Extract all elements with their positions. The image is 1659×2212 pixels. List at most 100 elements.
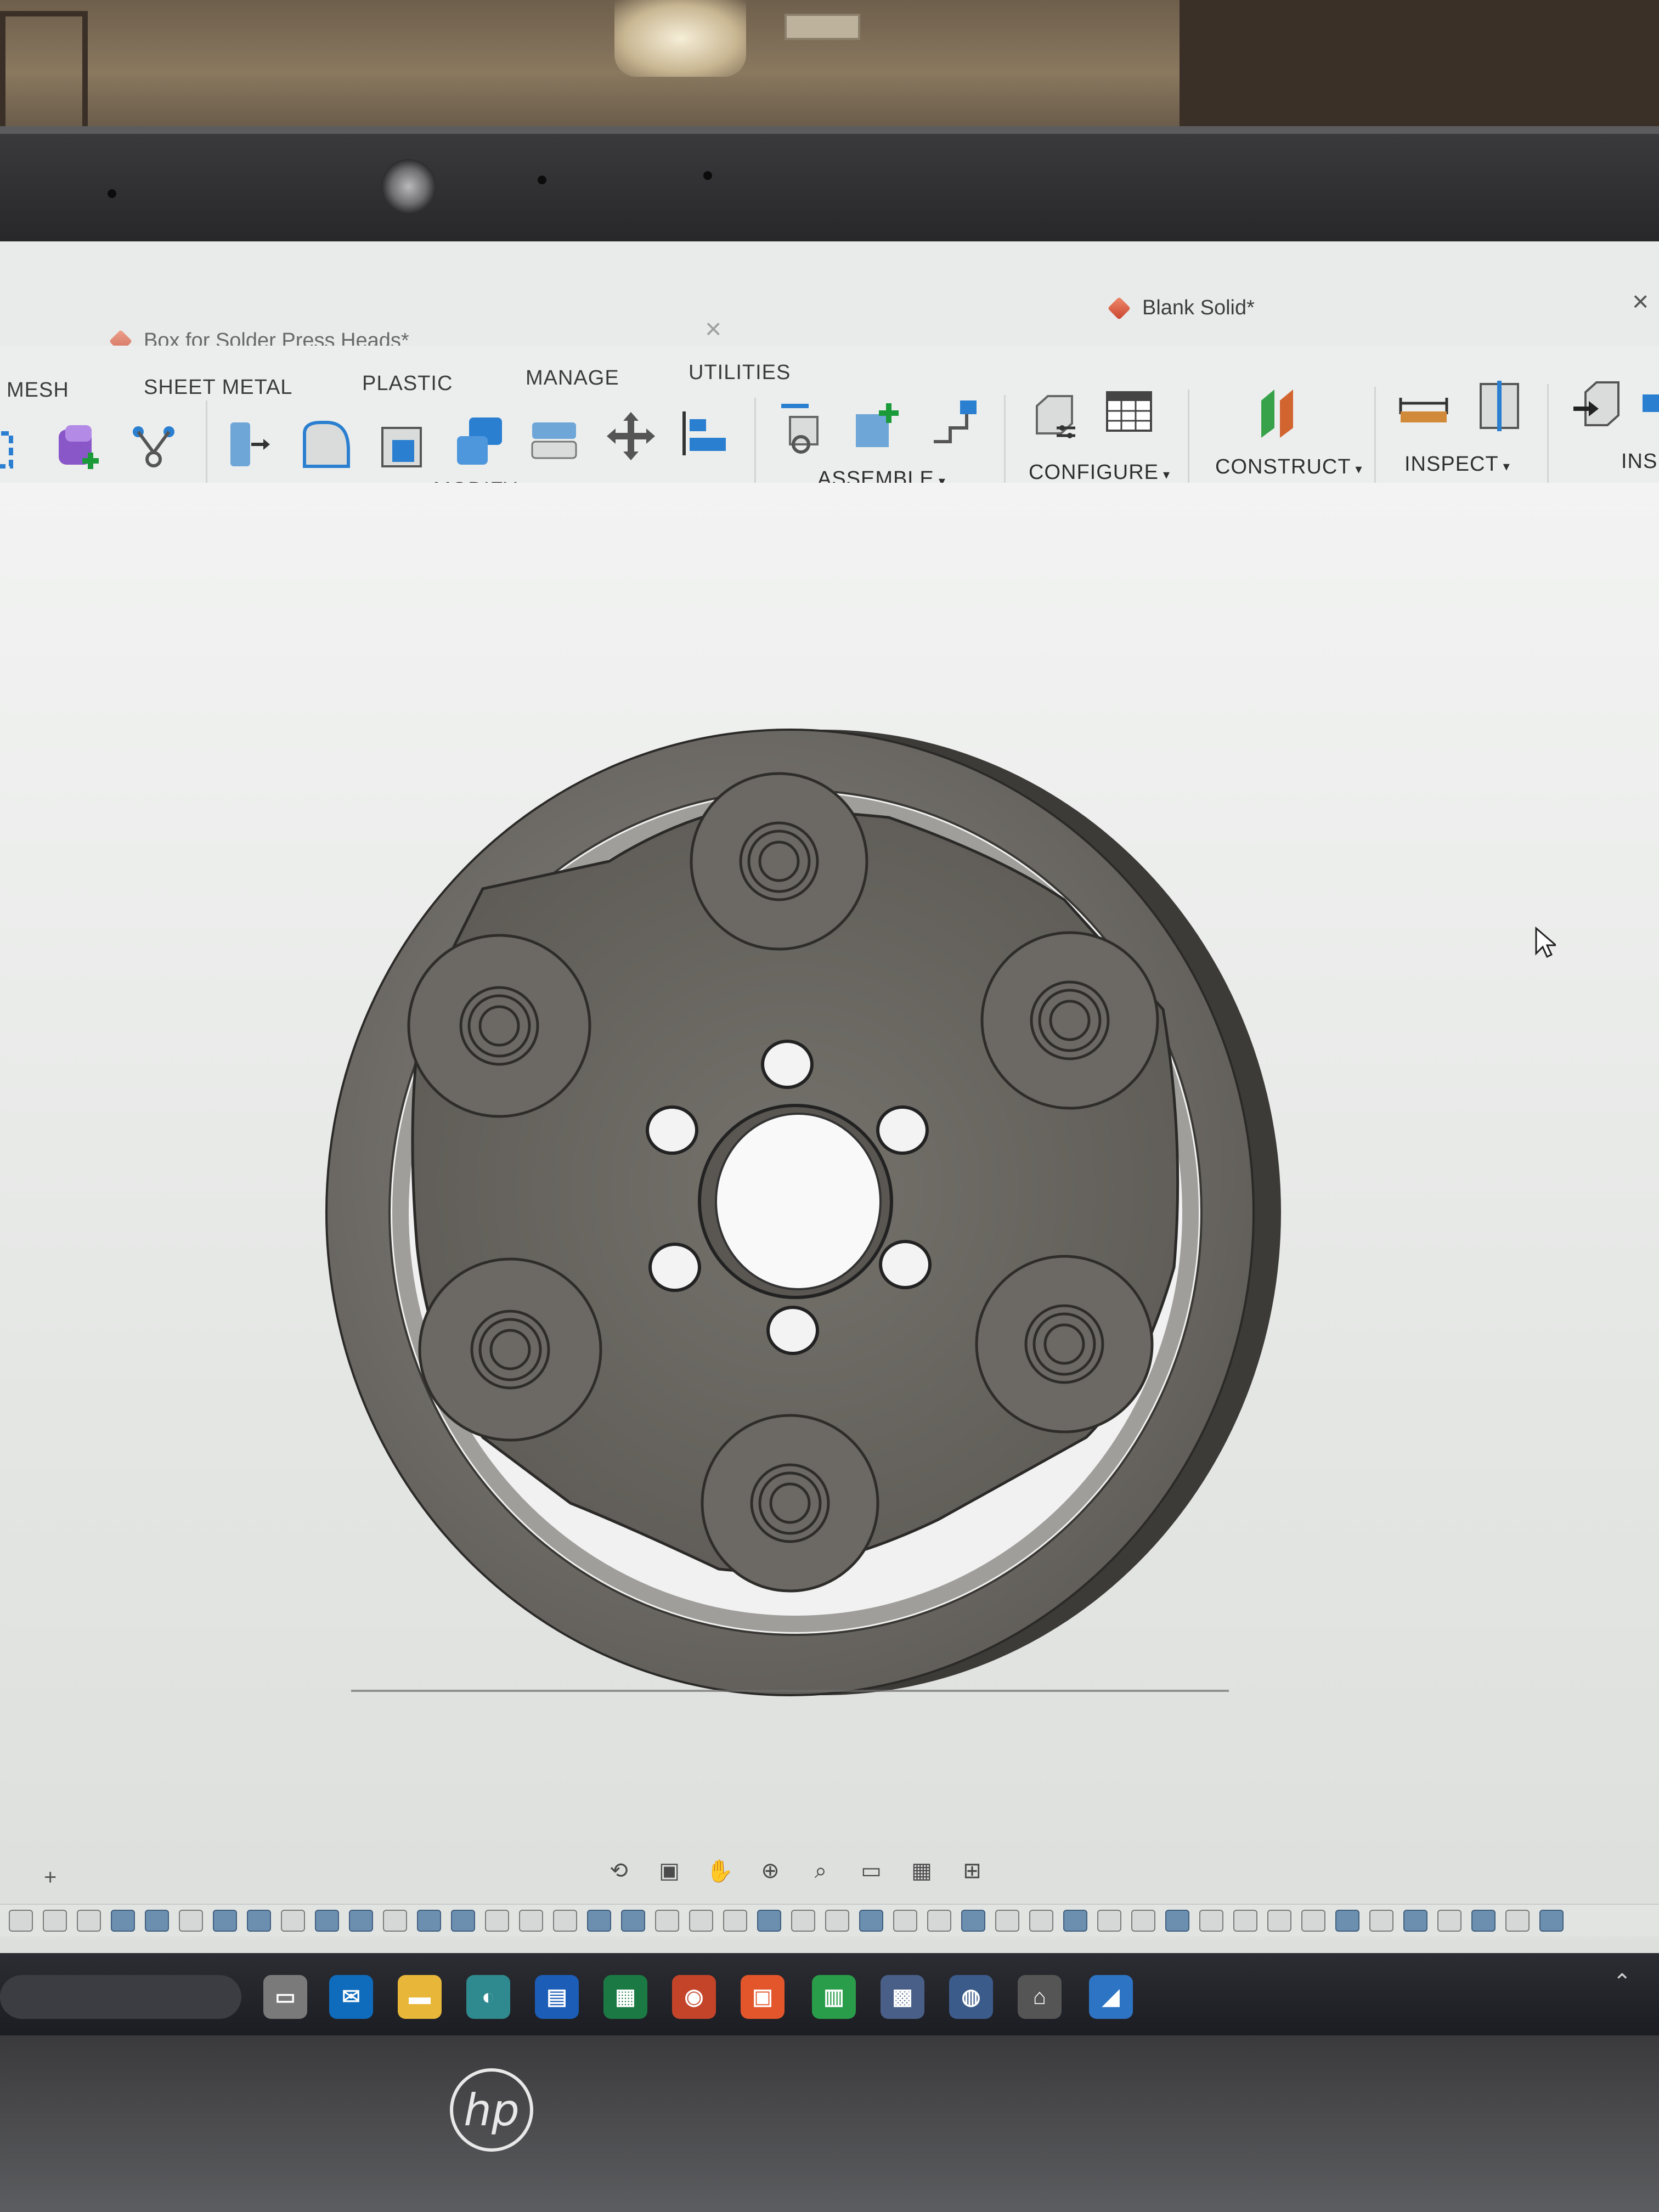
viewports-icon[interactable]: ⊞	[957, 1855, 988, 1886]
shell-icon[interactable]	[376, 417, 431, 472]
tab-utilities[interactable]: UTILITIES	[689, 361, 791, 385]
app-up-icon[interactable]: ⌂	[1018, 1975, 1062, 2019]
timeline-feature[interactable]	[791, 1910, 815, 1932]
excel-icon[interactable]: ▦	[603, 1975, 647, 2019]
file-explorer-icon[interactable]: ▬	[398, 1975, 442, 2019]
fusion-icon[interactable]: ▣	[741, 1975, 785, 2019]
edit-form-icon[interactable]	[126, 420, 181, 475]
configuration-table-icon[interactable]	[1103, 387, 1158, 442]
display-settings-icon[interactable]: ▭	[856, 1855, 887, 1886]
timeline-feature[interactable]	[1165, 1910, 1189, 1932]
orbit-icon[interactable]: ⟲	[603, 1855, 634, 1886]
look-at-icon[interactable]: ▣	[654, 1855, 685, 1886]
edge-icon[interactable]: ◐	[466, 1975, 510, 2019]
measure-icon[interactable]	[1396, 381, 1451, 436]
calculator-icon[interactable]: ▩	[881, 1975, 924, 2019]
timeline-feature[interactable]	[995, 1910, 1019, 1932]
timeline-feature[interactable]	[247, 1910, 271, 1932]
timeline-feature[interactable]	[1029, 1910, 1053, 1932]
app-blue-icon[interactable]: ◢	[1089, 1975, 1133, 2019]
timeline-feature[interactable]	[1505, 1910, 1530, 1932]
insert-mesh-icon[interactable]	[1640, 376, 1659, 431]
pan-icon[interactable]: ✋	[704, 1855, 735, 1886]
timeline-feature[interactable]	[1471, 1910, 1496, 1932]
timeline-feature[interactable]	[1131, 1910, 1155, 1932]
tab-plastic[interactable]: PLASTIC	[362, 372, 453, 396]
timeline-feature[interactable]	[1335, 1910, 1359, 1932]
chevron-up-icon[interactable]: ⌃	[1613, 1970, 1632, 1995]
tab-sheet-metal[interactable]: SHEET METAL	[144, 376, 292, 399]
timeline-feature[interactable]	[383, 1910, 407, 1932]
timeline-feature[interactable]	[77, 1910, 101, 1932]
timeline-feature[interactable]	[1199, 1910, 1223, 1932]
timeline-feature[interactable]	[1301, 1910, 1325, 1932]
sketch-tool-icon[interactable]	[0, 422, 38, 477]
timeline-feature[interactable]	[1369, 1910, 1393, 1932]
3d-model-wheel[interactable]	[285, 724, 1306, 1701]
timeline-feature[interactable]	[689, 1910, 713, 1932]
combine-icon[interactable]	[453, 414, 507, 469]
task-view-icon[interactable]: ▭	[263, 1975, 307, 2019]
inspect-dropdown[interactable]: INSPECT ▾	[1404, 453, 1510, 476]
insert-dropdown[interactable]: INS	[1621, 450, 1657, 473]
joint-icon[interactable]	[850, 398, 905, 453]
construct-dropdown[interactable]: CONSTRUCT ▾	[1215, 455, 1363, 479]
press-pull-icon[interactable]	[219, 417, 274, 472]
close-tab-icon[interactable]: ×	[1632, 285, 1649, 318]
timeline-feature[interactable]	[961, 1910, 985, 1932]
timeline-feature[interactable]	[757, 1910, 781, 1932]
timeline-feature[interactable]	[315, 1910, 339, 1932]
new-component-icon[interactable]	[774, 400, 828, 455]
move-copy-icon[interactable]	[603, 409, 658, 464]
zoom-window-icon[interactable]: ⌕	[805, 1855, 836, 1886]
tab-mesh[interactable]: MESH	[7, 379, 69, 402]
timeline-feature[interactable]	[145, 1910, 169, 1932]
taskbar-search-field[interactable]	[0, 1975, 241, 2019]
timeline-feature[interactable]	[111, 1910, 135, 1932]
timeline-feature[interactable]	[1539, 1910, 1564, 1932]
close-tab-icon[interactable]: ×	[705, 313, 721, 346]
timeline-feature[interactable]	[621, 1910, 645, 1932]
timeline-feature[interactable]	[43, 1910, 67, 1932]
timeline-feature[interactable]	[1233, 1910, 1257, 1932]
timeline-feature[interactable]	[825, 1910, 849, 1932]
outlook-icon[interactable]: ✉	[329, 1975, 373, 2019]
insert-derive-icon[interactable]	[1569, 376, 1624, 431]
timeline-feature[interactable]	[587, 1910, 611, 1932]
timeline-feature[interactable]	[451, 1910, 475, 1932]
timeline-feature[interactable]	[655, 1910, 679, 1932]
align-icon[interactable]	[678, 406, 732, 461]
timeline-feature[interactable]	[893, 1910, 917, 1932]
timeline-feature[interactable]	[723, 1910, 747, 1932]
timeline-feature[interactable]	[519, 1910, 543, 1932]
app-green-icon[interactable]: ▥	[812, 1975, 856, 2019]
replace-face-icon[interactable]	[527, 411, 582, 466]
design-history-timeline[interactable]	[0, 1904, 1659, 1937]
create-form-icon[interactable]	[52, 420, 107, 475]
timeline-feature[interactable]	[485, 1910, 509, 1932]
timeline-feature[interactable]	[417, 1910, 441, 1932]
timeline-feature[interactable]	[9, 1910, 33, 1932]
document-tab-active[interactable]: Blank Solid*	[1107, 296, 1255, 320]
tab-manage[interactable]: MANAGE	[526, 366, 619, 390]
fillet-icon[interactable]	[299, 417, 354, 472]
timeline-feature[interactable]	[179, 1910, 203, 1932]
word-icon[interactable]: ▤	[535, 1975, 579, 2019]
configure-dropdown[interactable]: CONFIGURE ▾	[1029, 461, 1170, 484]
timeline-feature[interactable]	[1437, 1910, 1462, 1932]
timeline-feature[interactable]	[553, 1910, 577, 1932]
section-analysis-icon[interactable]	[1473, 379, 1528, 433]
timeline-feature[interactable]	[1267, 1910, 1291, 1932]
add-icon[interactable]: +	[44, 1865, 57, 1890]
grid-settings-icon[interactable]: ▦	[906, 1855, 937, 1886]
timeline-feature[interactable]	[213, 1910, 237, 1932]
timeline-feature[interactable]	[1097, 1910, 1121, 1932]
as-built-joint-icon[interactable]	[927, 395, 982, 450]
paint-icon[interactable]: ◍	[949, 1975, 993, 2019]
timeline-feature[interactable]	[1063, 1910, 1087, 1932]
powerpoint-icon[interactable]: ◉	[672, 1975, 716, 2019]
timeline-feature[interactable]	[927, 1910, 951, 1932]
zoom-icon[interactable]: ⊕	[755, 1855, 786, 1886]
timeline-feature[interactable]	[1403, 1910, 1427, 1932]
offset-plane-icon[interactable]	[1254, 384, 1308, 439]
